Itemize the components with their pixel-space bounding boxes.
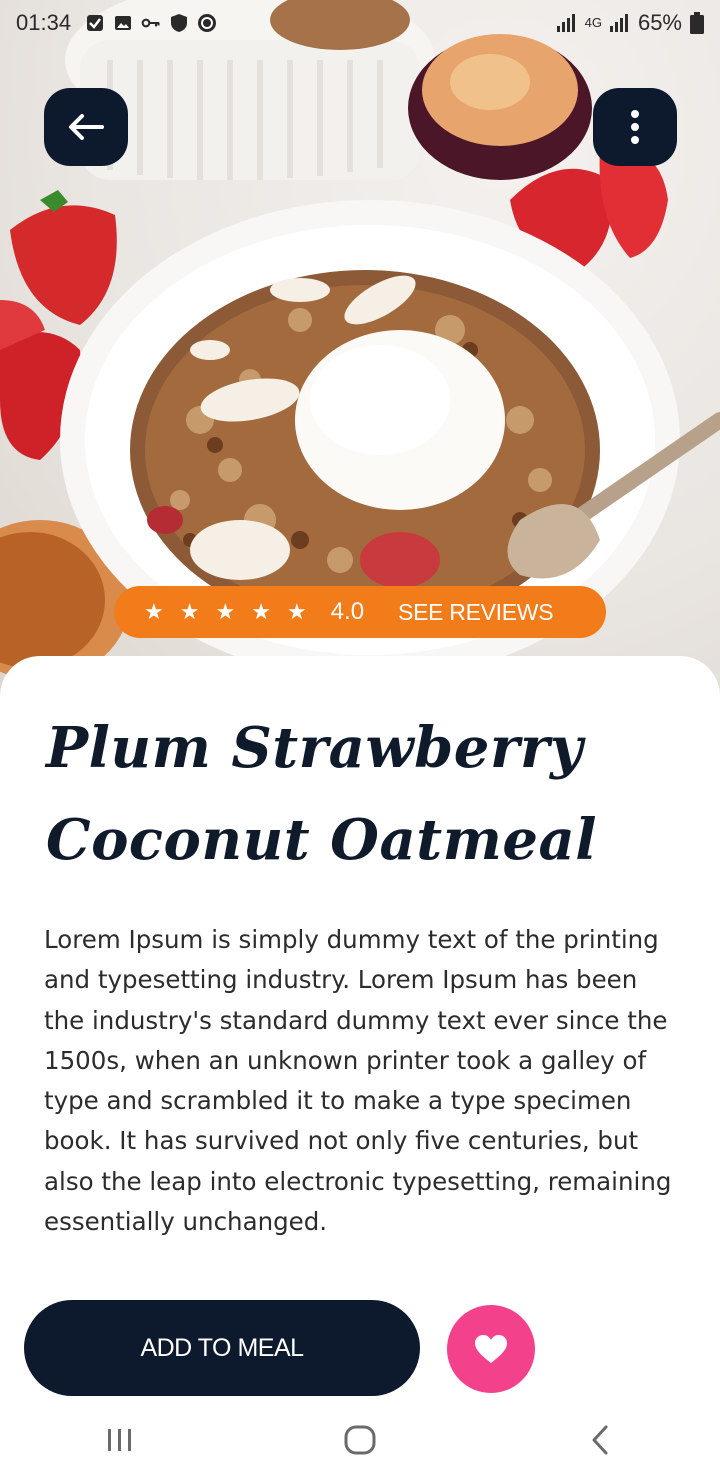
rating-value: 4.0 [330,598,365,625]
nav-back-button[interactable] [570,1410,630,1470]
shield-icon [171,14,188,32]
favorite-button[interactable] [447,1305,535,1393]
home-button[interactable] [330,1410,390,1470]
more-vertical-icon [631,110,639,144]
gallery-icon [115,16,132,30]
rating-bar[interactable]: ★ ★ ★ ★ ★ 4.0 SEE REVIEWS [114,586,606,638]
signal-icon [609,14,628,32]
recent-apps-icon [108,1429,131,1451]
star-icon: ★ [144,599,164,624]
star-icon: ★ [179,599,200,624]
status-bar: 01:34 4G 65% [0,0,720,46]
checkbox-icon [87,15,104,31]
rating-stars: ★ ★ ★ ★ ★ [144,601,307,623]
star-icon: ★ [251,599,271,624]
status-time: 01:34 [16,10,72,35]
recipe-title: Plum Strawberry Coconut Oatmeal [46,715,598,873]
home-icon [344,1425,376,1455]
network-type: 4G [584,15,602,30]
recent-apps-button[interactable] [90,1410,150,1470]
status-right: 4G 65% [556,10,704,36]
sync-icon [198,14,217,32]
star-icon: ★ [215,599,236,624]
back-button[interactable] [44,88,128,166]
add-to-meal-button[interactable]: ADD TO MEAL [24,1300,420,1396]
key-icon [141,18,160,28]
heart-icon [475,1335,507,1363]
battery-icon [690,12,704,34]
signal-icon [556,14,575,32]
star-icon: ★ [286,599,307,624]
back-icon [592,1425,608,1455]
recipe-description: Lorem Ipsum is simply dummy text of the … [44,925,672,1237]
see-reviews-link[interactable]: SEE REVIEWS [398,599,553,626]
notification-icons [85,13,217,33]
arrow-left-icon [69,114,104,140]
system-nav-bar [0,1400,720,1480]
recipe-details-card: Plum Strawberry Coconut Oatmeal Lorem Ip… [0,656,720,1480]
more-options-button[interactable] [593,88,677,166]
battery-percent: 65% [637,10,682,35]
